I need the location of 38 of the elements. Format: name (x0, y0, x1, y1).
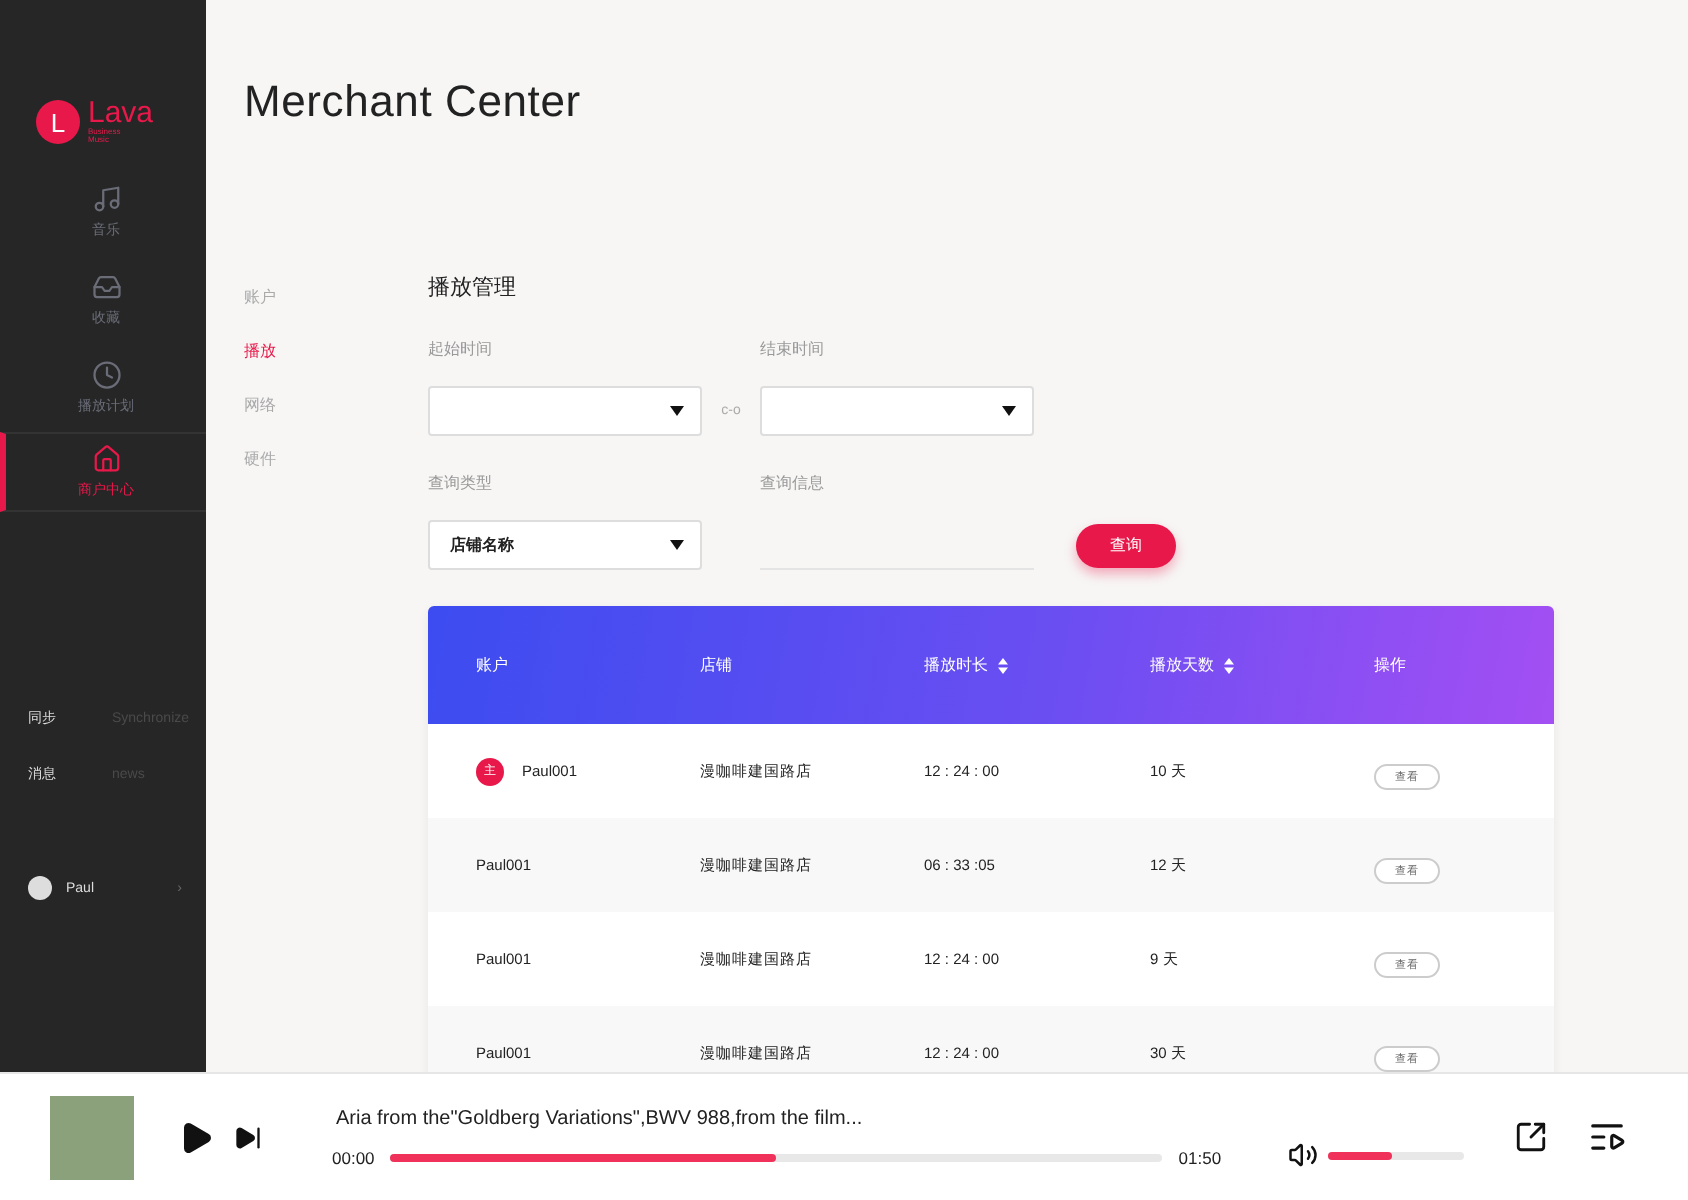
field-label: 查询信息 (760, 472, 826, 494)
start-time-dropdown[interactable] (428, 386, 702, 436)
avatar[interactable] (28, 876, 52, 900)
photo-placeholder (50, 1095, 134, 1179)
caret-icon (1002, 406, 1016, 416)
sort-icon[interactable] (1224, 657, 1234, 673)
column-header: 播放天数 (1150, 654, 1214, 676)
field-label: 结束时间 (760, 338, 826, 360)
column-header: 账户 (476, 654, 508, 676)
playlist-icon[interactable] (1588, 1118, 1626, 1156)
house-icon (91, 444, 121, 474)
logo-badge: L (36, 100, 80, 144)
play-icon[interactable] (178, 1119, 214, 1155)
music-icon (91, 184, 121, 214)
caret-icon (670, 406, 684, 416)
field-label: 查询类型 (428, 472, 494, 494)
column-header: 播放时长 (924, 654, 988, 676)
share-icon[interactable] (1514, 1120, 1548, 1154)
progress-track[interactable] (390, 1153, 1163, 1161)
column-header: 操作 (1374, 654, 1406, 676)
field-label: 起始时间 (428, 338, 494, 360)
subnav-item[interactable]: 播放 (244, 340, 428, 362)
clock-icon (91, 360, 121, 390)
caret-icon (670, 540, 684, 550)
query-button[interactable]: 查询 (1076, 523, 1176, 567)
page-title: Merchant Center (244, 76, 583, 128)
elapsed-time: 00:00 (332, 1147, 375, 1167)
logo-name: Lava (88, 100, 154, 128)
volume-icon[interactable] (1288, 1140, 1318, 1170)
song-title: Aria from the"Goldberg Variations",BWV 988,from the film... (334, 1107, 865, 1129)
volume-track[interactable] (1328, 1151, 1464, 1159)
query-type-dropdown[interactable]: 店铺名称 (428, 520, 702, 570)
inbox-icon (91, 272, 121, 302)
skip-forward-icon[interactable] (234, 1123, 262, 1151)
sort-icon[interactable] (998, 657, 1008, 673)
column-header: 店铺 (700, 654, 732, 676)
total-time: 01:50 (1178, 1147, 1222, 1167)
section-title: 播放管理 (428, 274, 518, 302)
